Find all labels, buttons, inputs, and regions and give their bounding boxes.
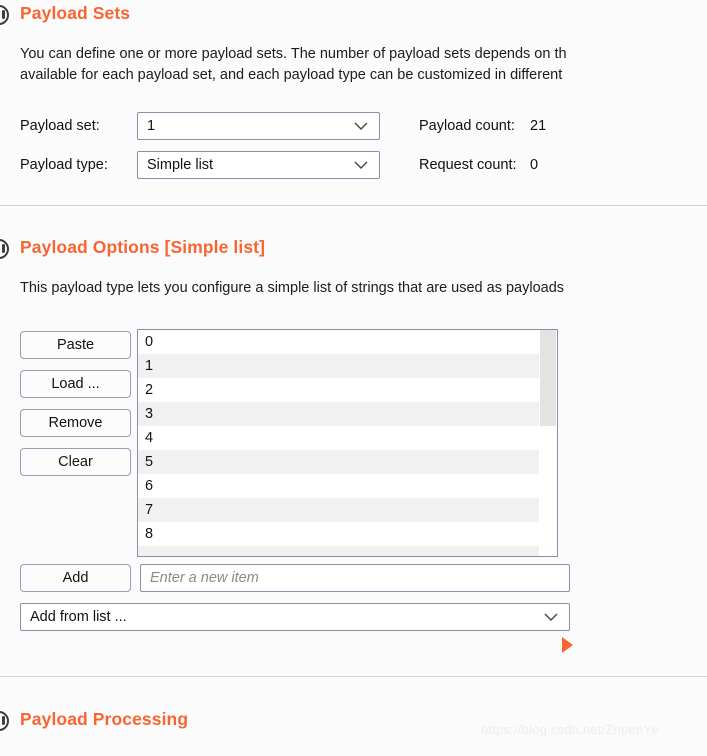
add-button[interactable]: Add: [20, 564, 131, 592]
payload-options-description: This payload type lets you configure a s…: [20, 280, 565, 296]
list-item[interactable]: 1: [138, 354, 539, 378]
payload-type-value: Simple list: [147, 157, 214, 173]
add-from-list-dropdown[interactable]: Add from list ...: [20, 603, 570, 631]
payload-sets-title: Payload Sets: [20, 3, 131, 23]
payload-options-title: Payload Options [Simple list]: [20, 237, 266, 257]
list-item[interactable]: 8: [138, 522, 539, 546]
payload-set-value: 1: [147, 118, 156, 134]
watermark: https://blog.csdn.net/ZripenYe: [481, 722, 659, 737]
list-item[interactable]: 7: [138, 498, 539, 522]
load-button-label: Load ...: [51, 376, 100, 392]
payload-list[interactable]: 0 1 2 3 4 5 6 7 8: [137, 329, 558, 557]
orange-right-triangle-icon: [562, 637, 573, 653]
payload-sets-description-line-1: You can define one or more payload sets.…: [20, 46, 567, 62]
question-circle-icon[interactable]: [0, 239, 9, 259]
remove-button-label: Remove: [48, 415, 103, 431]
payload-options-section: Payload Options [Simple list] This paylo…: [0, 206, 707, 671]
payload-sets-description-line-2: available for each payload set, and each…: [20, 67, 563, 83]
remove-button[interactable]: Remove: [20, 409, 131, 437]
add-from-list-label: Add from list ...: [30, 609, 127, 625]
payload-processing-section: Payload Processing: [0, 677, 707, 756]
question-circle-icon[interactable]: [0, 5, 9, 25]
new-item-input[interactable]: Enter a new item: [140, 564, 570, 592]
chevron-down-icon: [354, 161, 368, 170]
payload-set-dropdown[interactable]: 1: [137, 112, 380, 140]
chevron-down-icon: [354, 122, 368, 131]
payload-type-label: Payload type:: [20, 157, 108, 173]
clear-button-label: Clear: [58, 454, 93, 470]
load-button[interactable]: Load ...: [20, 370, 131, 398]
paste-button[interactable]: Paste: [20, 331, 131, 359]
list-item[interactable]: 3: [138, 402, 539, 426]
list-item[interactable]: 5: [138, 450, 539, 474]
add-button-label: Add: [62, 570, 89, 586]
clear-button[interactable]: Clear: [20, 448, 131, 476]
payload-list-rows: 0 1 2 3 4 5 6 7 8: [138, 330, 539, 556]
payload-count-value: 21: [530, 118, 547, 134]
new-item-placeholder: Enter a new item: [150, 570, 259, 586]
list-item-partial[interactable]: [138, 546, 539, 556]
payload-processing-title: Payload Processing: [20, 709, 189, 729]
payload-count-label: Payload count:: [419, 118, 515, 134]
question-circle-icon[interactable]: [0, 711, 9, 731]
payload-list-scrollbar-thumb[interactable]: [540, 330, 556, 426]
list-item[interactable]: 6: [138, 474, 539, 498]
payload-set-label: Payload set:: [20, 118, 100, 134]
chevron-down-icon: [544, 613, 558, 622]
payload-type-dropdown[interactable]: Simple list: [137, 151, 380, 179]
list-item[interactable]: 2: [138, 378, 539, 402]
list-item[interactable]: 4: [138, 426, 539, 450]
payload-list-scrollbar[interactable]: [539, 330, 557, 556]
list-item[interactable]: 0: [138, 330, 539, 354]
paste-button-label: Paste: [56, 337, 95, 353]
request-count-label: Request count:: [419, 157, 517, 173]
payload-sets-section: Payload Sets You can define one or more …: [0, 0, 707, 197]
request-count-value: 0: [530, 157, 539, 173]
